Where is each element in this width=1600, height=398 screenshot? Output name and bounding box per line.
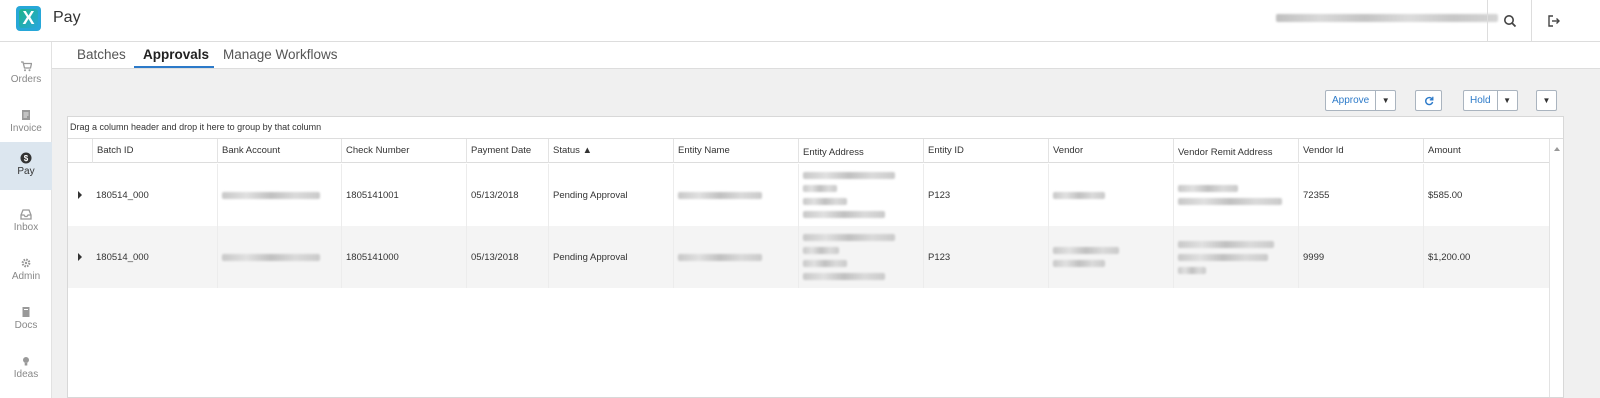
cell-entity-address-redacted xyxy=(798,226,923,288)
cell-payment-date: 05/13/2018 xyxy=(466,164,548,226)
cell-amount: $585.00 xyxy=(1423,164,1549,226)
sidebar-item-orders[interactable]: Orders xyxy=(0,50,52,98)
column-header-check-number[interactable]: Check Number xyxy=(341,139,466,163)
lightbulb-icon xyxy=(23,357,29,366)
sidebar-item-invoice[interactable]: Invoice xyxy=(0,99,52,147)
tab-manage-workflows[interactable]: Manage Workflows xyxy=(223,47,338,62)
cart-icon xyxy=(21,61,32,72)
sidebar-item-label: Inbox xyxy=(13,222,39,233)
cell-amount: $1,200.00 xyxy=(1423,226,1549,288)
cell-bank-account-redacted xyxy=(217,226,341,288)
sidebar-item-inbox[interactable]: Inbox xyxy=(0,198,52,246)
cell-entity-id: P123 xyxy=(923,164,1048,226)
sidebar-item-label: Docs xyxy=(14,320,38,331)
logout-button[interactable] xyxy=(1531,0,1575,42)
search-icon xyxy=(1503,15,1516,28)
column-header-vendor[interactable]: Vendor xyxy=(1048,139,1173,163)
inbox-icon xyxy=(20,209,32,220)
cell-vendor-id: 72355 xyxy=(1298,164,1423,226)
more-actions-dropdown[interactable]: ▼ xyxy=(1536,90,1557,111)
sidebar-item-label: Admin xyxy=(11,271,41,282)
column-header-vendor-id[interactable]: Vendor Id xyxy=(1298,139,1423,163)
search-button[interactable] xyxy=(1487,0,1531,42)
document-icon xyxy=(22,307,30,317)
cell-batch-id: 180514_000 xyxy=(96,251,149,263)
cell-status: Pending Approval xyxy=(548,226,673,288)
cell-bank-account-redacted xyxy=(217,164,341,226)
sidebar-item-ideas[interactable]: Ideas xyxy=(0,345,52,393)
approve-button[interactable]: Approve xyxy=(1326,91,1375,110)
cell-status: Pending Approval xyxy=(548,164,673,226)
chevron-down-icon: ▼ xyxy=(1542,96,1551,105)
hold-button-group: Hold ▼ xyxy=(1463,90,1518,111)
expand-row-icon[interactable] xyxy=(78,191,82,199)
cell-entity-id: P123 xyxy=(923,226,1048,288)
refresh-icon xyxy=(1424,96,1433,105)
svg-text:$: $ xyxy=(24,154,29,163)
user-email-redacted xyxy=(1276,14,1498,22)
table-row[interactable]: 180514_000 1805141000 05/13/2018 Pending… xyxy=(68,226,1549,288)
active-tab-indicator xyxy=(134,66,214,68)
dollar-circle-icon: $ xyxy=(20,152,32,164)
column-header-vendor-remit-address[interactable]: Vendor Remit Address xyxy=(1173,139,1298,163)
cell-batch-id: 180514_000 xyxy=(96,189,149,201)
tab-bar: Batches Approvals Manage Workflows xyxy=(52,42,1600,69)
cell-check-number: 1805141001 xyxy=(341,164,466,226)
tab-approvals[interactable]: Approvals xyxy=(143,47,209,62)
cell-check-number: 1805141000 xyxy=(341,226,466,288)
sidebar-item-label: Ideas xyxy=(13,369,39,380)
cell-payment-date: 05/13/2018 xyxy=(466,226,548,288)
column-header-entity-address[interactable]: Entity Address xyxy=(798,139,923,163)
grid-header: Batch ID Bank Account Check Number Payme… xyxy=(68,139,1563,163)
hold-dropdown-toggle[interactable]: ▼ xyxy=(1496,91,1517,110)
sidebar-item-admin[interactable]: Admin xyxy=(0,247,52,295)
column-header-entity-id[interactable]: Entity ID xyxy=(923,139,1048,163)
sidebar: Orders Invoice $ Pay Inbox Admin Docs Id… xyxy=(0,42,52,398)
vertical-scrollbar[interactable] xyxy=(1549,139,1563,397)
column-header-entity-name[interactable]: Entity Name xyxy=(673,139,798,163)
logout-icon xyxy=(1547,15,1560,27)
approve-button-group: Approve ▼ xyxy=(1325,90,1397,111)
sidebar-item-docs[interactable]: Docs xyxy=(0,296,52,344)
cell-entity-name-redacted xyxy=(673,164,798,226)
tab-batches[interactable]: Batches xyxy=(77,47,126,62)
cell-vendor-redacted xyxy=(1048,164,1173,226)
cell-vendor-redacted xyxy=(1048,226,1173,288)
column-header-payment-date[interactable]: Payment Date xyxy=(466,139,548,163)
main-content: Approve ▼ Hold ▼ ▼ Drag a column header … xyxy=(52,69,1600,398)
cell-entity-address-redacted xyxy=(798,164,923,226)
approvals-grid: Drag a column header and drop it here to… xyxy=(67,116,1564,398)
app-logo[interactable]: X xyxy=(16,6,41,31)
sidebar-item-label: Pay xyxy=(17,166,35,177)
expand-row-icon[interactable] xyxy=(78,253,82,261)
cell-vendor-remit-address-redacted xyxy=(1173,164,1298,226)
cell-vendor-remit-address-redacted xyxy=(1173,226,1298,288)
sidebar-item-label: Orders xyxy=(10,74,42,85)
app-title: Pay xyxy=(53,9,81,26)
top-bar: X Pay xyxy=(0,0,1600,42)
logo-letter: X xyxy=(22,8,35,28)
gear-icon xyxy=(21,258,31,268)
invoice-icon xyxy=(22,110,30,120)
sidebar-item-pay[interactable]: $ Pay xyxy=(0,142,52,190)
approve-dropdown-toggle[interactable]: ▼ xyxy=(1375,91,1395,110)
group-drop-zone[interactable]: Drag a column header and drop it here to… xyxy=(68,117,1563,139)
column-header-amount[interactable]: Amount xyxy=(1423,139,1550,163)
sidebar-item-label: Invoice xyxy=(10,123,42,134)
cell-entity-name-redacted xyxy=(673,226,798,288)
column-header-bank-account[interactable]: Bank Account xyxy=(217,139,341,163)
chevron-down-icon: ▼ xyxy=(1381,96,1390,105)
column-header-status[interactable]: Status ▲ xyxy=(548,139,673,163)
table-row[interactable]: 180514_000 1805141001 05/13/2018 Pending… xyxy=(68,164,1549,226)
column-header-batch-id[interactable]: Batch ID xyxy=(92,139,217,163)
refresh-button[interactable] xyxy=(1415,90,1442,111)
cell-vendor-id: 9999 xyxy=(1298,226,1423,288)
hold-button[interactable]: Hold xyxy=(1464,91,1497,110)
chevron-down-icon: ▼ xyxy=(1503,96,1512,105)
